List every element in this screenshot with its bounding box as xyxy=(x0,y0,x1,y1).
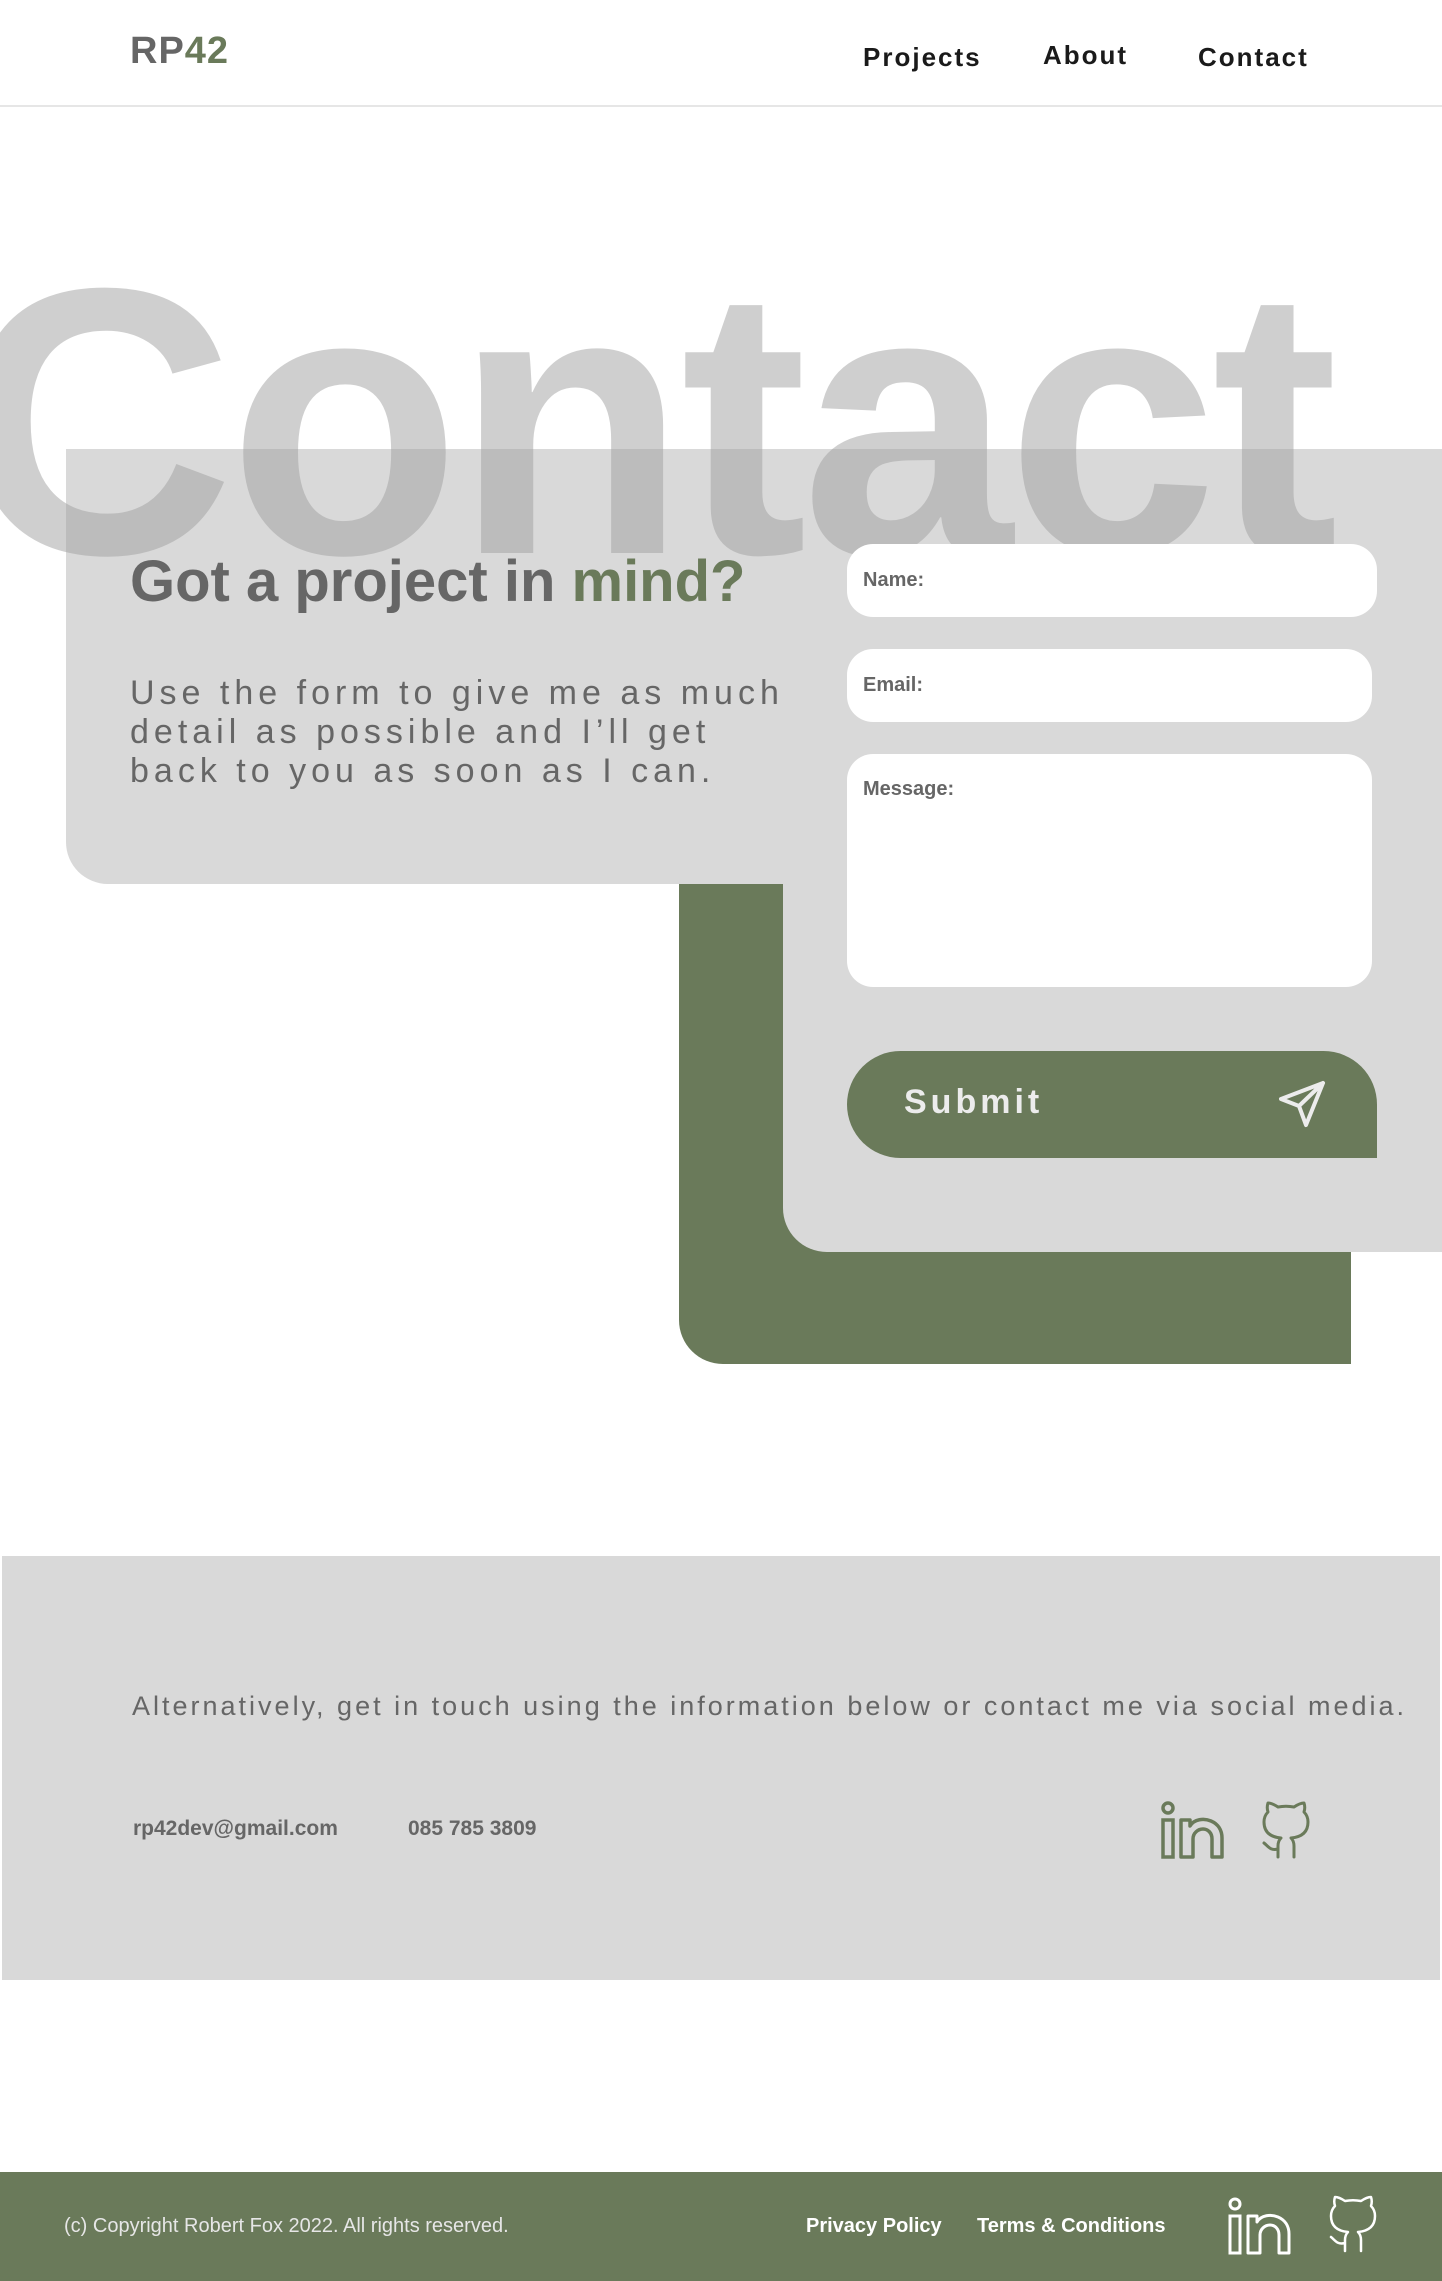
headline-text: Got a project in xyxy=(130,549,556,614)
contact-info-band: Alternatively, get in touch using the in… xyxy=(2,1556,1440,1980)
footer-github-icon[interactable] xyxy=(1323,2194,1383,2254)
send-icon xyxy=(1279,1081,1325,1127)
email-label: Email: xyxy=(863,674,924,696)
footer-linkedin-icon[interactable] xyxy=(1227,2196,1293,2256)
submit-button[interactable]: Submit xyxy=(847,1051,1377,1158)
nav-contact[interactable]: Contact xyxy=(1198,42,1309,73)
name-label: Name: xyxy=(863,569,925,591)
logo-suffix: 42 xyxy=(184,30,230,72)
message-field[interactable]: Message: xyxy=(847,754,1372,987)
site-header: RP42 Projects About Contact xyxy=(0,0,1442,107)
alternative-contact-text: Alternatively, get in touch using the in… xyxy=(132,1691,1408,1721)
contact-email[interactable]: rp42dev@gmail.com xyxy=(133,1817,338,1841)
nav-projects[interactable]: Projects xyxy=(863,42,982,73)
privacy-policy-link[interactable]: Privacy Policy xyxy=(806,2215,942,2238)
terms-link[interactable]: Terms & Conditions xyxy=(977,2215,1166,2238)
github-icon[interactable] xyxy=(1256,1800,1316,1860)
linkedin-icon[interactable] xyxy=(1160,1800,1226,1860)
submit-label: Submit xyxy=(904,1083,1044,1121)
email-field[interactable]: Email: xyxy=(847,649,1372,722)
page-headline: Got a project in mind? xyxy=(130,548,745,615)
nav-about[interactable]: About xyxy=(1043,40,1128,71)
logo[interactable]: RP42 xyxy=(130,30,229,73)
copyright-text: (c) Copyright Robert Fox 2022. All right… xyxy=(64,2215,509,2237)
name-field[interactable]: Name: xyxy=(847,544,1377,617)
contact-phone[interactable]: 085 785 3809 xyxy=(408,1817,536,1841)
message-label: Message: xyxy=(863,778,955,800)
site-footer: (c) Copyright Robert Fox 2022. All right… xyxy=(0,2172,1442,2281)
logo-prefix: RP xyxy=(130,30,185,72)
headline-accent: mind? xyxy=(571,549,746,614)
intro-text: Use the form to give me as much detail a… xyxy=(130,674,784,790)
